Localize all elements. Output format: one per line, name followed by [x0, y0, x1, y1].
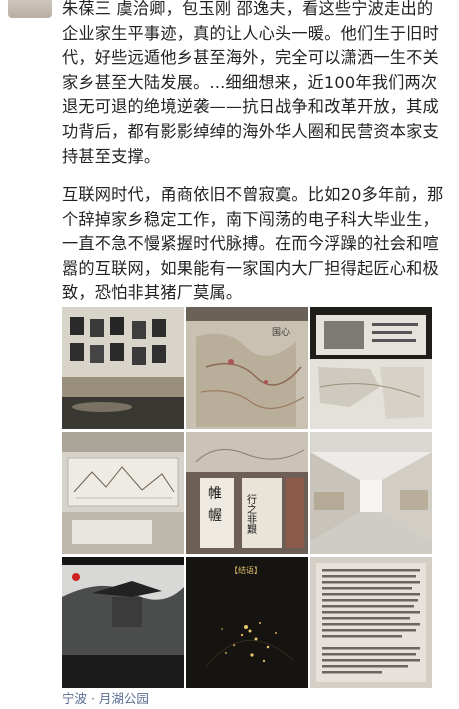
calligraphy-char-2: 幄 — [208, 508, 222, 524]
photo-portrait-wall[interactable] — [62, 307, 184, 429]
photo-calligraphy[interactable]: 帷 幄 行之非艱 — [186, 432, 308, 554]
avatar[interactable] — [8, 0, 52, 18]
location-tag[interactable]: 宁波 · 月湖公园 — [62, 688, 149, 707]
post-paragraph-2: 互联网时代，甬商依旧不曾寂寞。比如20多年前，那个辞掉家乡稳定工作，南下闯荡的电… — [62, 185, 444, 303]
map-title-text: 国心 — [272, 327, 290, 338]
photo-old-map[interactable]: 国心 — [186, 307, 308, 429]
photo-drawings-display[interactable] — [62, 432, 184, 554]
photo-exhibit-panel[interactable] — [310, 307, 432, 429]
post-paragraph-1: 朱葆三 虞洽卿，包玉刚 邵逸夫，看这些宁波走出的企业家生平事迹，真的让人心头一暖… — [62, 0, 439, 166]
photo-night-map[interactable]: 【结语】 — [186, 557, 308, 688]
calligraphy-phrase: 行之非艱 — [245, 493, 257, 535]
photo-pavilion-screen[interactable] — [62, 557, 184, 688]
photo-text-panel[interactable] — [310, 557, 432, 688]
photo-grid: 国心 帷 幄 行之非艱 【结语】 — [62, 307, 432, 688]
night-map-header: 【结语】 — [230, 565, 262, 575]
photo-gallery-corridor[interactable] — [310, 432, 432, 554]
calligraphy-char-1: 帷 — [208, 486, 222, 502]
